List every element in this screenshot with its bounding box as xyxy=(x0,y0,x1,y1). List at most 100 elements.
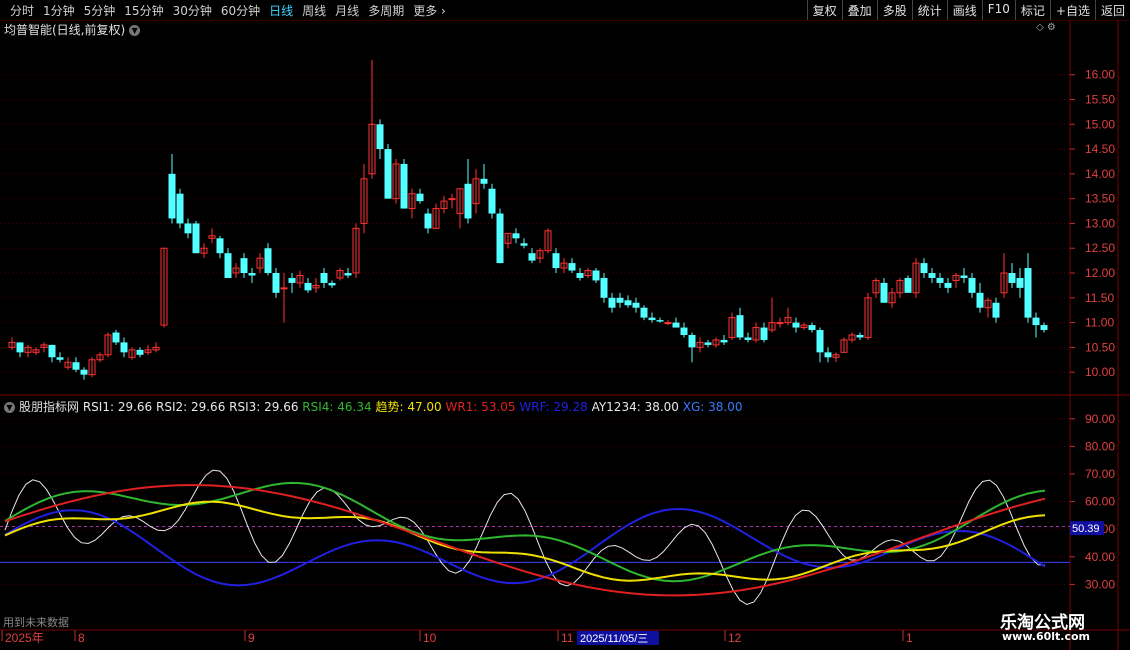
candle-body xyxy=(976,292,984,308)
candle-body xyxy=(920,263,928,274)
ind-tick-label: 30.00 xyxy=(1085,577,1115,591)
price-tick-label: 14.00 xyxy=(1085,167,1115,181)
candle-body xyxy=(288,277,296,283)
candle-body xyxy=(72,362,80,370)
ind-tick-label: 80.00 xyxy=(1085,439,1115,453)
candle-body xyxy=(240,258,248,274)
candle-body xyxy=(776,322,784,325)
candle-body xyxy=(280,287,288,290)
candle-body xyxy=(936,277,944,283)
candle-body xyxy=(464,183,472,219)
candle-body xyxy=(632,302,640,308)
candle-body xyxy=(192,223,200,254)
candle-body xyxy=(16,342,24,353)
candle-body xyxy=(80,369,88,375)
candle-body xyxy=(56,357,64,360)
time-label: 10 xyxy=(423,631,437,645)
current-value-label: 50.39 xyxy=(1072,523,1100,535)
candle-body xyxy=(600,277,608,298)
candle-body xyxy=(576,273,584,278)
candle-body xyxy=(136,349,144,355)
ind-tick-label: 90.00 xyxy=(1085,412,1115,426)
candle-body xyxy=(616,297,624,303)
time-label: 8 xyxy=(78,631,85,645)
candle-body xyxy=(1032,317,1040,326)
trend-line xyxy=(4,500,1046,582)
candle-body xyxy=(48,344,56,358)
candle-body xyxy=(480,178,488,184)
candle-body xyxy=(328,282,336,286)
candle-body xyxy=(816,330,824,353)
candle-body xyxy=(376,124,384,150)
candle-body xyxy=(664,322,672,325)
candle-body xyxy=(680,327,688,335)
candle-body xyxy=(992,302,1000,318)
candle-body xyxy=(1016,277,1024,288)
price-tick-label: 10.00 xyxy=(1085,365,1115,379)
candle-body xyxy=(568,263,576,271)
candle-body xyxy=(744,337,752,340)
candle-body xyxy=(520,243,528,246)
candle-body xyxy=(168,173,176,219)
candle-body xyxy=(720,339,728,343)
candle-body xyxy=(608,297,616,308)
price-tick-label: 12.50 xyxy=(1085,241,1115,255)
candle-body xyxy=(528,253,536,261)
candle-body xyxy=(272,273,280,293)
price-tick-label: 13.50 xyxy=(1085,192,1115,206)
candle-body xyxy=(1008,273,1016,283)
price-tick-label: 11.00 xyxy=(1085,316,1114,330)
price-tick-label: 12.00 xyxy=(1085,266,1115,280)
candle-body xyxy=(112,332,120,343)
time-label: 2025年 xyxy=(5,631,44,645)
candle-body xyxy=(448,198,456,201)
candle-body xyxy=(808,325,816,331)
candle-body xyxy=(760,327,768,340)
candle-body xyxy=(880,282,888,303)
candle-body xyxy=(216,238,224,254)
candle-body xyxy=(384,149,392,199)
ind-tick-label: 60.00 xyxy=(1085,495,1115,509)
price-tick-label: 11.50 xyxy=(1085,291,1114,305)
candle-body xyxy=(552,253,560,269)
candle-body xyxy=(264,248,272,274)
candle-body xyxy=(672,322,680,328)
rsi4-line xyxy=(4,481,1046,583)
candle-body xyxy=(928,273,936,278)
candle-body xyxy=(704,342,712,345)
candle-body xyxy=(1024,268,1032,318)
candle-body xyxy=(120,342,128,353)
candle-body xyxy=(512,233,520,239)
price-tick-label: 10.50 xyxy=(1085,340,1115,354)
candle-body xyxy=(304,282,312,291)
candle-body xyxy=(824,352,832,358)
candle-body xyxy=(416,193,424,202)
candle-body xyxy=(648,317,656,321)
candle-body xyxy=(496,213,504,264)
price-chart[interactable]: 16.00 15.50 15.00 14.50 14.00 13.50 13.00 12.50… xyxy=(0,0,1130,650)
candle-body xyxy=(624,300,632,306)
watermark-url: www.60lt.com xyxy=(1002,630,1091,643)
candle-body xyxy=(688,334,696,348)
time-label: 11 xyxy=(561,631,574,645)
candle-body xyxy=(968,277,976,293)
candle-body xyxy=(320,273,328,283)
ind-tick-label: 70.00 xyxy=(1085,467,1115,481)
candle-body xyxy=(856,334,864,338)
candle-body xyxy=(344,273,352,276)
candle-body xyxy=(904,277,912,293)
time-label: 1 xyxy=(906,631,913,645)
candle-body xyxy=(400,163,408,209)
price-tick-label: 15.00 xyxy=(1085,117,1115,131)
candle-body xyxy=(960,275,968,278)
candle-body xyxy=(184,223,192,234)
candle-body xyxy=(592,270,600,281)
candle-body xyxy=(736,315,744,338)
price-tick-label: 15.50 xyxy=(1085,92,1115,106)
price-tick-label: 16.00 xyxy=(1085,68,1115,82)
time-label: 12 xyxy=(728,631,742,645)
time-label: 9 xyxy=(248,631,255,645)
candle-body xyxy=(488,188,496,214)
candle-body xyxy=(176,193,184,224)
candle-body xyxy=(640,307,648,318)
